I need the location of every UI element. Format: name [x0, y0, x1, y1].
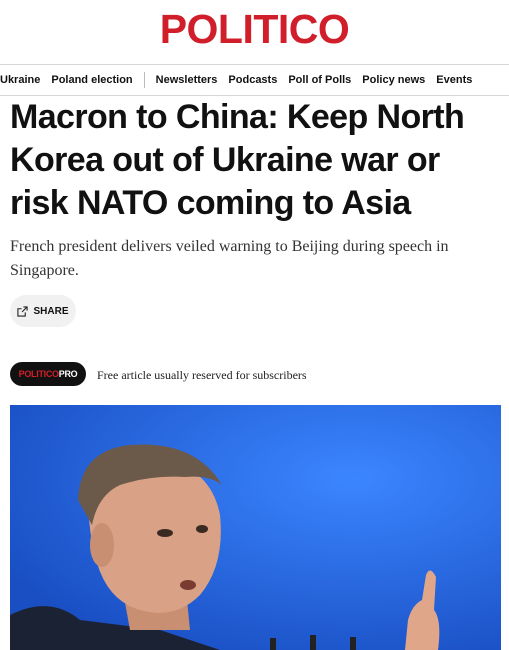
pro-badge-brand: POLITICO [18, 369, 59, 379]
nav-divider [143, 72, 145, 88]
nav-item-policy-news[interactable]: Policy news [362, 74, 425, 86]
share-button[interactable]: SHARE [10, 295, 76, 327]
speaker-photo-illustration [10, 405, 501, 650]
nav-item-events[interactable]: Events [436, 74, 472, 86]
share-label: SHARE [33, 305, 69, 317]
nav-item-poland-election[interactable]: Poland election [51, 74, 132, 86]
article-headline: Macron to China: Keep North Korea out of… [10, 98, 465, 222]
top-nav: Ukraine Poland election Newsletters Podc… [0, 64, 509, 96]
politico-pro-badge[interactable]: POLITICO PRO [10, 362, 86, 386]
share-icon [17, 305, 29, 317]
pro-note: Free article usually reserved for subscr… [97, 368, 307, 382]
pro-badge-pro: PRO [58, 369, 78, 379]
politico-logo[interactable]: POLITICO [0, 6, 509, 52]
article-dek: French president delivers veiled warning… [10, 238, 449, 279]
article-lead-photo [10, 405, 501, 650]
nav-item-poll-of-polls[interactable]: Poll of Polls [288, 74, 351, 86]
nav-item-newsletters[interactable]: Newsletters [156, 74, 218, 86]
nav-item-podcasts[interactable]: Podcasts [228, 74, 277, 86]
nav-item-ukraine[interactable]: Ukraine [0, 74, 40, 86]
